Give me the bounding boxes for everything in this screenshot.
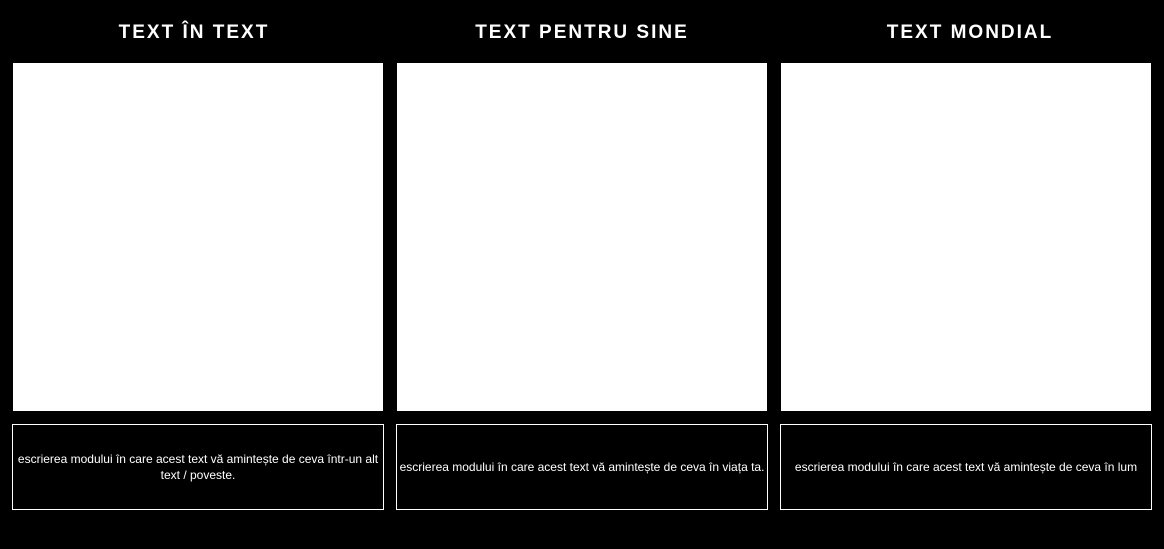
- header-row: TEXT ÎN TEXT TEXT PENTRU SINE TEXT MONDI…: [0, 0, 1164, 62]
- description-text-2: escrierea modului în care acest text vă …: [399, 459, 765, 475]
- card-row: [0, 62, 1164, 412]
- column-header-3: TEXT MONDIAL: [776, 22, 1164, 44]
- column-header-2: TEXT PENTRU SINE: [388, 22, 776, 44]
- description-text-3: escrierea modului în care acest text vă …: [783, 459, 1149, 475]
- description-row: escrierea modului în care acest text vă …: [0, 412, 1164, 510]
- column-header-1: TEXT ÎN TEXT: [0, 22, 388, 44]
- description-cell-2: escrierea modului în care acest text vă …: [396, 424, 768, 510]
- worksheet-container: TEXT ÎN TEXT TEXT PENTRU SINE TEXT MONDI…: [0, 0, 1164, 549]
- image-card-2: [396, 62, 768, 412]
- image-card-1: [12, 62, 384, 412]
- image-card-3: [780, 62, 1152, 412]
- description-cell-1: escrierea modului în care acest text vă …: [12, 424, 384, 510]
- description-cell-3: escrierea modului în care acest text vă …: [780, 424, 1152, 510]
- description-text-1: escrierea modului în care acest text vă …: [15, 451, 381, 483]
